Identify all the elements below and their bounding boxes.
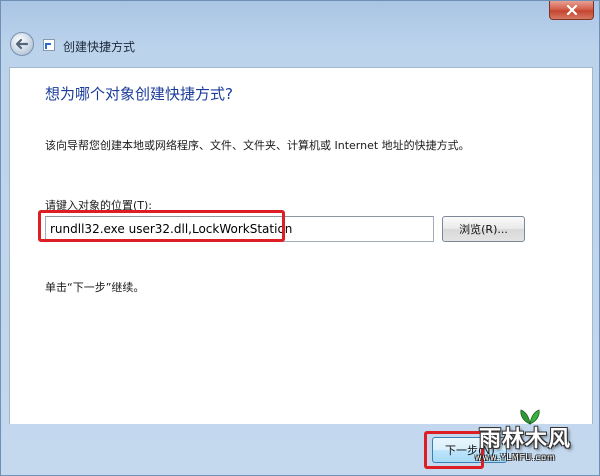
next-button[interactable]: 下一步(N) bbox=[432, 437, 507, 463]
location-input[interactable] bbox=[45, 216, 434, 242]
close-icon bbox=[566, 5, 577, 15]
back-button[interactable] bbox=[10, 32, 34, 56]
window-title: 创建快捷方式 bbox=[63, 40, 136, 54]
wizard-window: 创建快捷方式 想为哪个对象创建快捷方式? 该向导帮您创建本地或网络程序、文件、文… bbox=[0, 0, 600, 476]
continue-hint: 单击“下一步”继续。 bbox=[45, 281, 145, 294]
back-arrow-icon bbox=[15, 38, 29, 50]
page-title: 想为哪个对象创建快捷方式? bbox=[45, 85, 233, 103]
close-button[interactable] bbox=[549, 1, 594, 20]
shortcut-icon bbox=[43, 39, 55, 51]
location-label: 请键入对象的位置(T): bbox=[45, 199, 153, 212]
content-panel bbox=[9, 67, 593, 424]
wizard-description: 该向导帮您创建本地或网络程序、文件、文件夹、计算机或 Internet 地址的快… bbox=[45, 139, 470, 152]
browse-button[interactable]: 浏览(R)... bbox=[442, 216, 525, 242]
